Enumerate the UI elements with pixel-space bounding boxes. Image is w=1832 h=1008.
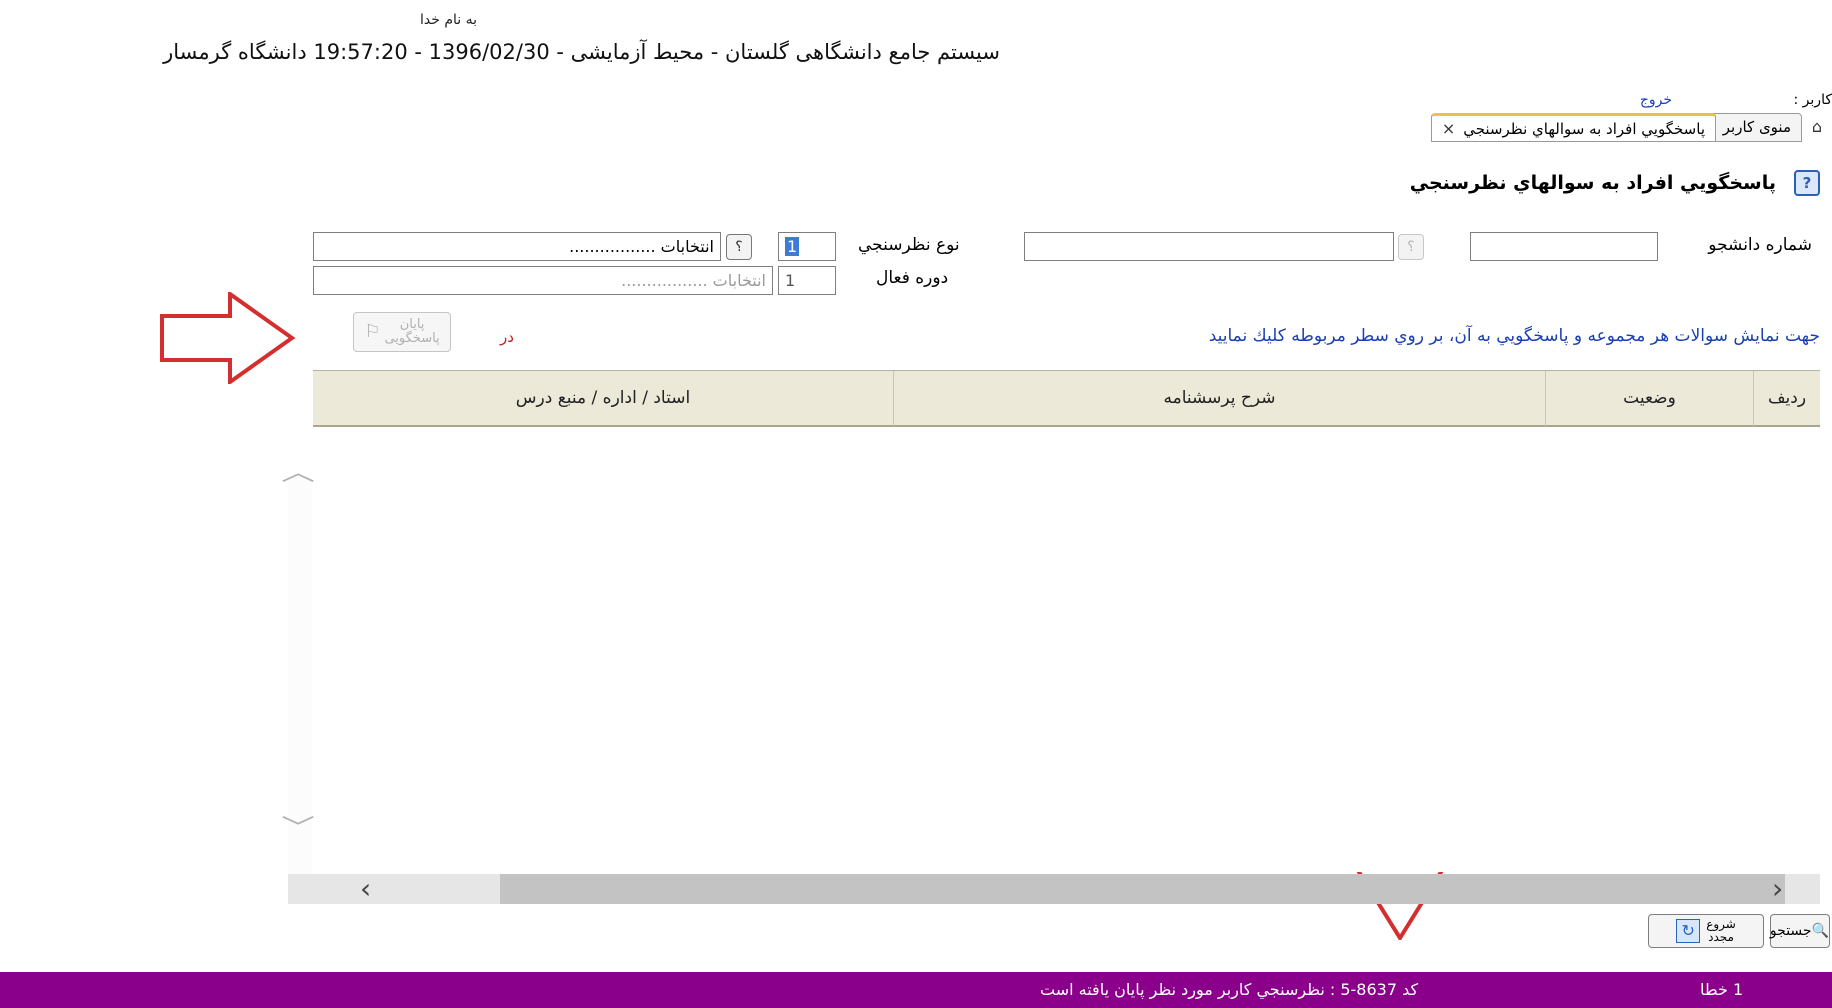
survey-type-label: نوع نظرسنجي (858, 235, 960, 255)
student-number-label: شماره دانشجو (1708, 235, 1812, 255)
survey-select-field[interactable]: انتخابات ................. (313, 232, 721, 261)
search-button[interactable]: 🔍جستجو (1770, 914, 1830, 948)
restart-icon: ↻ (1676, 919, 1701, 943)
tab-label: منوی کاربر (1722, 118, 1791, 136)
instruction-text: جهت نمايش سوالات هر مجموعه و پاسخگويي به… (1208, 326, 1820, 346)
bismillah-header: به نام خدا (420, 12, 478, 28)
page-title: پاسخگويي افراد به سوالهاي نظرسنجي (1409, 172, 1776, 194)
user-label: کاربر : (1793, 92, 1832, 108)
search-icon: 🔍 (1811, 923, 1829, 939)
tab-label: پاسخگويي افراد به سوالهاي نظرسنجي (1463, 119, 1705, 138)
active-term-label: دوره فعال (876, 268, 949, 288)
scroll-down-icon[interactable]: ﹀ (281, 808, 315, 843)
horizontal-scroll-thumb[interactable] (500, 874, 1785, 904)
column-header-teacher[interactable]: استاد / اداره / منبع درس (313, 371, 893, 426)
help-icon[interactable]: ? (1794, 170, 1820, 196)
exit-link[interactable]: خروج (1640, 92, 1672, 108)
flag-icon: ⚐ (364, 321, 381, 342)
student-name-field (1024, 232, 1394, 261)
survey-type-input[interactable]: 1 (778, 232, 836, 261)
tab-survey-answering[interactable]: پاسخگويي افراد به سوالهاي نظرسنجي × (1430, 113, 1716, 142)
column-header-row[interactable]: رديف (1753, 371, 1820, 426)
finish-answering-button[interactable]: ⚐ پایان پاسخگویی (353, 312, 451, 352)
status-bar: کد 8637-5 : نظرسنجي کاربر مورد نظر پایان… (0, 972, 1832, 1008)
scroll-left-icon[interactable]: ‹ (360, 872, 371, 905)
table-body (313, 428, 1820, 872)
column-header-description[interactable]: شرح پرسشنامه (893, 371, 1545, 426)
scroll-right-icon[interactable]: › (1772, 872, 1783, 905)
student-help-button[interactable]: ؟ (1398, 234, 1424, 260)
error-count[interactable]: 1 خطا (1700, 980, 1743, 999)
scroll-up-icon[interactable]: ︿ (281, 452, 315, 487)
user-name-value (1702, 88, 1776, 108)
active-term-select-field: انتخابات ................. (313, 266, 773, 295)
column-header-status[interactable]: وضعيت (1545, 371, 1753, 426)
system-title-line: سیستم جامع دانشگاهی گلستان - محیط آزمایش… (163, 40, 1000, 64)
home-icon[interactable]: ⌂ (1808, 118, 1826, 136)
student-number-input[interactable] (1470, 232, 1658, 261)
dar-label: در (500, 328, 514, 346)
active-term-input[interactable]: 1 (778, 266, 836, 295)
restart-button[interactable]: شروع مجدد ↻ (1648, 914, 1764, 948)
status-message: کد 8637-5 : نظرسنجي کاربر مورد نظر پایان… (1040, 980, 1419, 999)
survey-help-button[interactable]: ؟ (726, 234, 752, 260)
annotation-arrow-right (160, 292, 296, 384)
table-header: رديف وضعيت شرح پرسشنامه استاد / اداره / … (313, 370, 1820, 427)
close-icon[interactable]: × (1442, 117, 1455, 141)
